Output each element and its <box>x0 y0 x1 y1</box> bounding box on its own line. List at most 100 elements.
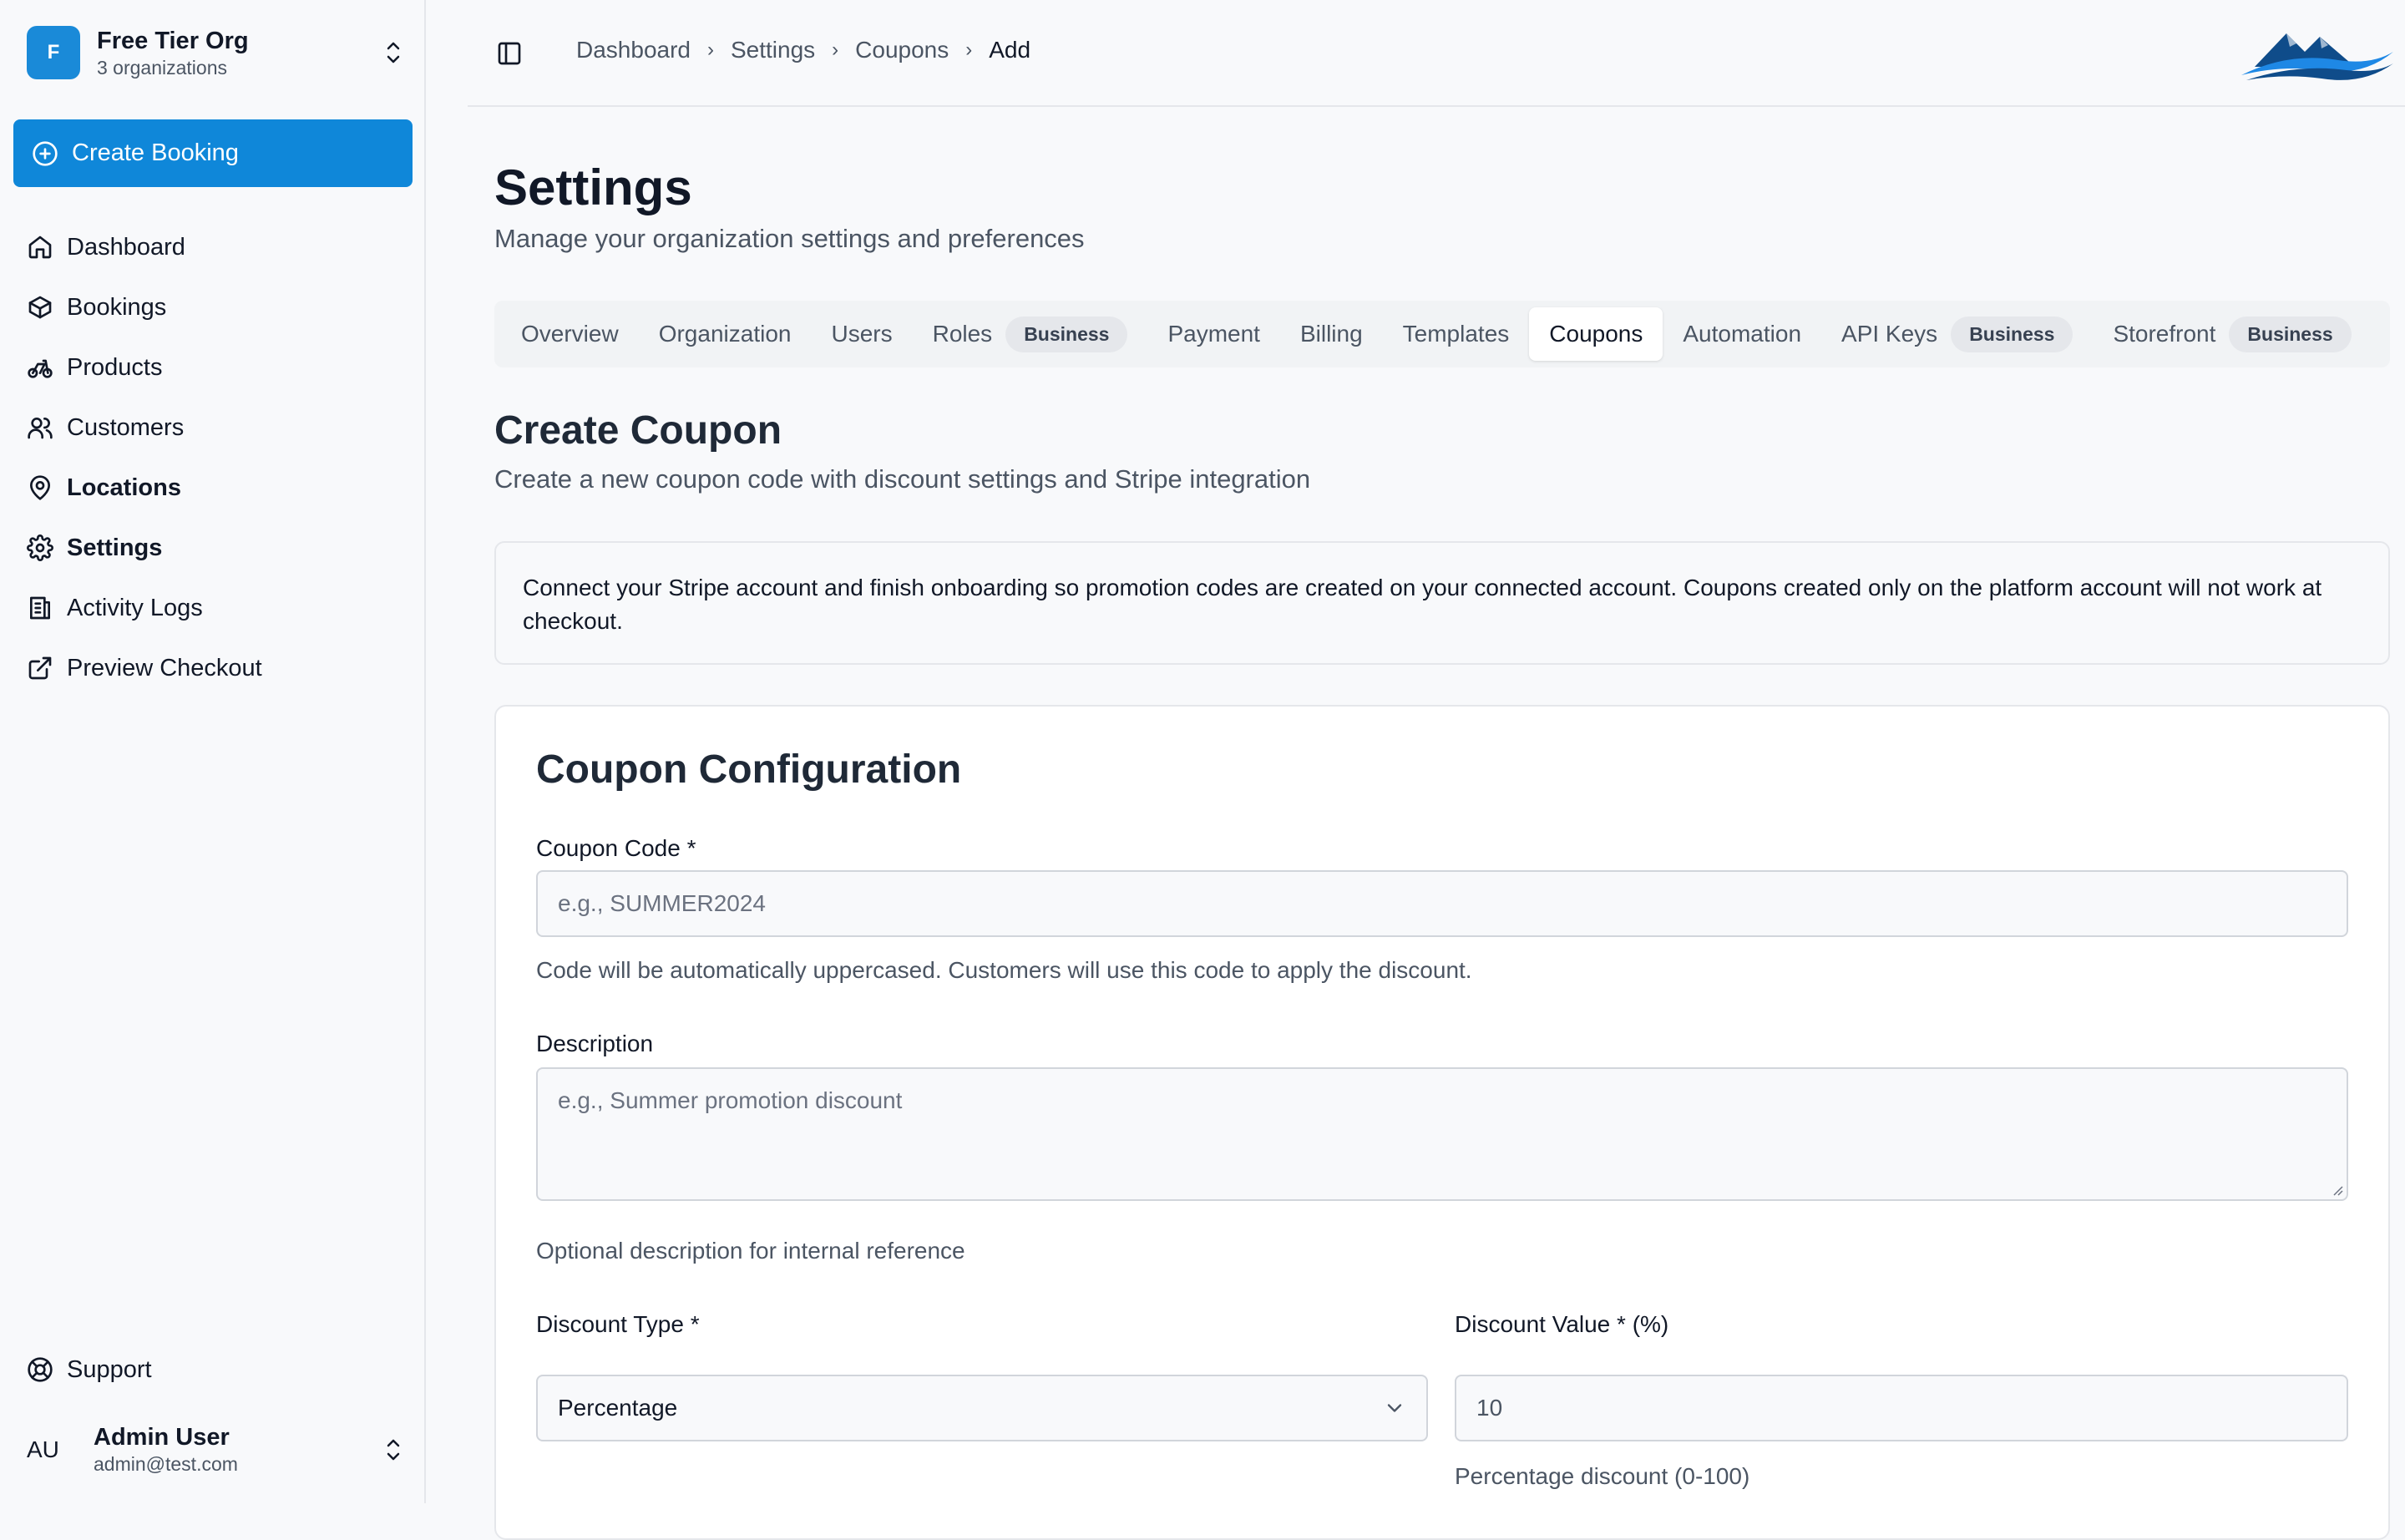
tab-overview[interactable]: Overview <box>501 307 639 361</box>
sidebar: F Free Tier Org 3 organizations Create B… <box>0 0 426 1503</box>
tab-label: Automation <box>1683 321 1802 347</box>
description-placeholder: e.g., Summer promotion discount <box>558 1087 903 1113</box>
description-textarea[interactable]: e.g., Summer promotion discount <box>536 1067 2348 1201</box>
support-label: Support <box>67 1355 152 1383</box>
breadcrumb-dashboard[interactable]: Dashboard <box>576 37 691 63</box>
page-subtitle: Manage your organization settings and pr… <box>494 224 1085 253</box>
sidebar-item-preview-checkout[interactable]: Preview Checkout <box>27 638 411 698</box>
coupon-code-help: Code will be automatically uppercased. C… <box>536 957 1472 983</box>
sidebar-item-label: Bookings <box>67 293 167 321</box>
sidebar-item-products[interactable]: Products <box>27 337 411 398</box>
tab-billing[interactable]: Billing <box>1280 307 1383 361</box>
discount-value-input[interactable]: 10 <box>1455 1375 2348 1441</box>
sidebar-toggle-icon[interactable] <box>496 40 523 67</box>
tab-label: Roles <box>932 321 993 347</box>
breadcrumb-coupons[interactable]: Coupons <box>855 37 949 63</box>
sidebar-item-dashboard[interactable]: Dashboard <box>27 217 411 277</box>
breadcrumb: Dashboard › Settings › Coupons › Add <box>576 37 1030 63</box>
tab-roles[interactable]: Roles Business <box>913 307 1148 361</box>
tab-payment[interactable]: Payment <box>1147 307 1280 361</box>
tab-label: Organization <box>658 321 792 347</box>
top-bar: Dashboard › Settings › Coupons › Add <box>468 0 2405 107</box>
business-badge: Business <box>2229 316 2352 352</box>
tab-label: Overview <box>521 321 619 347</box>
sidebar-item-label: Preview Checkout <box>67 654 262 681</box>
chevrons-up-down-icon <box>381 1433 406 1467</box>
section-title: Create Coupon <box>494 408 782 453</box>
sidebar-item-bookings[interactable]: Bookings <box>27 277 411 337</box>
tab-coupons[interactable]: Coupons <box>1529 307 1663 361</box>
org-name: Free Tier Org <box>97 28 249 54</box>
breadcrumb-settings[interactable]: Settings <box>731 37 815 63</box>
org-switcher[interactable]: F Free Tier Org 3 organizations <box>27 25 406 80</box>
coupon-config-card: Coupon Configuration Coupon Code * e.g.,… <box>494 705 2390 1540</box>
user-email: admin@test.com <box>94 1453 238 1475</box>
discount-type-select[interactable]: Percentage <box>536 1375 1428 1441</box>
discount-value-label: Discount Value * (%) <box>1455 1311 1669 1337</box>
sidebar-item-customers[interactable]: Customers <box>27 398 411 458</box>
sidebar-item-settings[interactable]: Settings <box>27 518 411 578</box>
coupon-code-input[interactable]: e.g., SUMMER2024 <box>536 870 2348 937</box>
create-booking-button[interactable]: Create Booking <box>13 119 413 187</box>
coupon-code-placeholder: e.g., SUMMER2024 <box>558 890 766 916</box>
sidebar-item-label: Activity Logs <box>67 594 203 621</box>
external-link-icon <box>28 656 52 680</box>
discount-type-label: Discount Type * <box>536 1311 700 1337</box>
stripe-alert: Connect your Stripe account and finish o… <box>494 541 2390 665</box>
bike-icon <box>28 359 53 378</box>
discount-type-value: Percentage <box>558 1395 678 1421</box>
sidebar-item-label: Products <box>67 353 163 381</box>
tab-organization[interactable]: Organization <box>639 307 812 361</box>
resize-handle-icon[interactable] <box>2330 1183 2343 1196</box>
sidebar-nav: Dashboard Bookings Products Customers Lo… <box>27 217 411 698</box>
user-menu[interactable]: AU Admin User admin@test.com <box>27 1416 406 1483</box>
tab-users[interactable]: Users <box>811 307 912 361</box>
discount-value: 10 <box>1476 1395 1503 1421</box>
home-icon <box>28 236 52 259</box>
sidebar-item-activity-logs[interactable]: Activity Logs <box>27 578 411 638</box>
coupon-code-label: Coupon Code * <box>536 835 696 861</box>
create-booking-label: Create Booking <box>72 139 239 166</box>
users-icon <box>28 418 53 439</box>
tab-templates[interactable]: Templates <box>1383 307 1530 361</box>
plus-circle-icon <box>33 140 58 166</box>
tab-api-keys[interactable]: API Keys Business <box>1821 307 2093 361</box>
tab-label: Templates <box>1402 321 1510 347</box>
sidebar-item-label: Locations <box>67 474 181 501</box>
org-info: Free Tier Org 3 organizations <box>97 26 381 79</box>
business-badge: Business <box>1951 316 2073 352</box>
sidebar-item-label: Customers <box>67 413 185 441</box>
card-title: Coupon Configuration <box>536 747 962 792</box>
settings-tabs: Overview Organization Users Roles Busines… <box>494 301 2390 367</box>
tab-label: Payment <box>1167 321 1260 347</box>
tab-label: Users <box>831 321 893 347</box>
sidebar-item-locations[interactable]: Locations <box>27 458 411 518</box>
breadcrumb-current: Add <box>989 37 1031 63</box>
support-link[interactable]: Support <box>27 1340 152 1400</box>
org-avatar: F <box>27 26 80 79</box>
chevron-right-icon: › <box>965 38 973 61</box>
description-help: Optional description for internal refere… <box>536 1238 965 1264</box>
chevron-down-icon <box>1387 1404 1402 1412</box>
chevron-right-icon: › <box>706 38 714 61</box>
discount-value-help: Percentage discount (0-100) <box>1455 1463 1750 1489</box>
avatar: AU <box>27 1436 59 1462</box>
page-title: Settings <box>494 160 692 215</box>
tab-automation[interactable]: Automation <box>1663 307 1821 361</box>
map-pin-icon <box>30 475 50 500</box>
chevron-right-icon: › <box>832 38 839 61</box>
business-badge: Business <box>1005 316 1128 352</box>
tab-label: Storefront <box>2113 321 2216 347</box>
org-count: 3 organizations <box>97 57 227 79</box>
tab-storefront[interactable]: Storefront Business <box>2093 307 2371 361</box>
sidebar-item-label: Settings <box>67 534 163 561</box>
logs-icon <box>30 596 50 620</box>
user-info: Admin User admin@test.com <box>94 1423 381 1477</box>
user-name: Admin User <box>94 1424 230 1451</box>
section-subtitle: Create a new coupon code with discount s… <box>494 464 1311 494</box>
life-buoy-icon <box>28 1357 53 1382</box>
brand-logo <box>2238 18 2397 85</box>
box-icon <box>28 296 52 319</box>
tab-label: API Keys <box>1841 321 1938 347</box>
tab-label: Billing <box>1299 321 1363 347</box>
